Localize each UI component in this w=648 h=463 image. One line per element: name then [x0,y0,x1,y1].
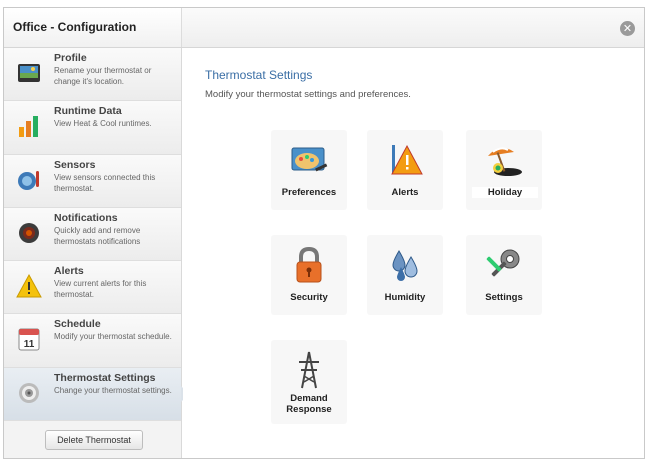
sidebar: Profile Rename your thermostat or change… [4,48,189,458]
notification-icon [19,222,39,243]
sidebar-item-title: Schedule [54,318,101,331]
calendar-icon: 11 [18,328,40,351]
sidebar-item-title: Profile [54,52,87,64]
water-drops-icon [392,250,418,281]
profile-picture-icon [18,64,40,82]
tile-holiday[interactable]: Holiday [466,130,542,210]
tile-alerts[interactable]: Alerts [367,130,443,210]
delete-thermostat-button[interactable]: Delete Thermostat [45,430,143,450]
sidebar-item-desc: View current alerts for this thermostat. [54,279,147,300]
sidebar-item-desc: Rename your thermostat or change it's lo… [54,66,152,86]
warning-icon [16,274,42,298]
sidebar-item-desc: Modify your thermostat schedule. [54,332,172,342]
tile-humidity[interactable]: Humidity [367,235,443,315]
title-left-panel: Office - Configuration [4,8,182,47]
sidebar-item-sensors[interactable]: Sensors View sensors connected this ther… [4,154,181,208]
sensor-icon [18,170,39,190]
tile-label: Humidity [384,292,426,303]
tile-label: Holiday [472,187,538,198]
sidebar-item-profile[interactable]: Profile Rename your thermostat or change… [4,48,181,102]
tile-settings[interactable]: Settings [466,235,542,315]
sidebar-item-title: Alerts [54,265,84,278]
sidebar-item-title: Notifications [54,211,118,224]
sidebar-item-schedule[interactable]: 11 Schedule Modify your thermostat sched… [4,314,181,368]
page-subtitle: Modify your thermostat settings and pref… [205,89,411,100]
sidebar-item-alerts[interactable]: Alerts View current alerts for this ther… [4,261,181,315]
padlock-icon [296,246,322,283]
calendar-day-number: 11 [24,339,35,350]
title-bar: Office - Configuration ✕ [4,8,644,48]
tools-icon [486,249,520,277]
sidebar-item-desc: Quickly add and remove thermostats notif… [54,225,141,246]
page-title: Thermostat Settings [205,68,313,82]
sidebar-item-title: Runtime Data [54,105,122,118]
sidebar-item-desc: View Heat & Cool runtimes. [54,119,152,129]
palette-icon [291,147,328,172]
tile-label: Settings [485,292,523,303]
beach-umbrella-icon [488,147,522,176]
tile-label: Security [290,292,328,303]
tile-preferences[interactable]: Preferences [271,130,347,210]
tile-label: Demand Response [286,393,332,415]
close-icon[interactable]: ✕ [620,21,635,36]
sidebar-item-title: Thermostat Settings [54,371,156,384]
main-panel: Thermostat Settings Modify your thermost… [183,48,644,458]
bar-chart-icon [19,116,38,138]
alert-triangle-icon [391,144,423,175]
tile-label: Alerts [391,187,419,198]
delete-area: Delete Thermostat [4,421,182,458]
sidebar-item-desc: View sensors connected this thermostat. [54,172,156,193]
target-icon [19,382,39,403]
configuration-window: Office - Configuration ✕ Profile Rename … [3,7,645,459]
sidebar-item-title: Sensors [54,158,96,171]
tile-label: Preferences [281,187,337,198]
sidebar-item-desc: Change your thermostat settings. [54,385,172,395]
sidebar-item-runtime[interactable]: Runtime Data View Heat & Cool runtimes. [4,101,181,155]
sidebar-item-notifications[interactable]: Notifications Quickly add and remove the… [4,207,181,262]
window-title: Office - Configuration [13,20,137,34]
sidebar-item-thermostat-settings[interactable]: Thermostat Settings Change your thermost… [4,367,189,422]
tile-security[interactable]: Security [271,235,347,315]
power-tower-icon [299,351,319,389]
tile-demand-response[interactable]: Demand Response [271,340,347,424]
